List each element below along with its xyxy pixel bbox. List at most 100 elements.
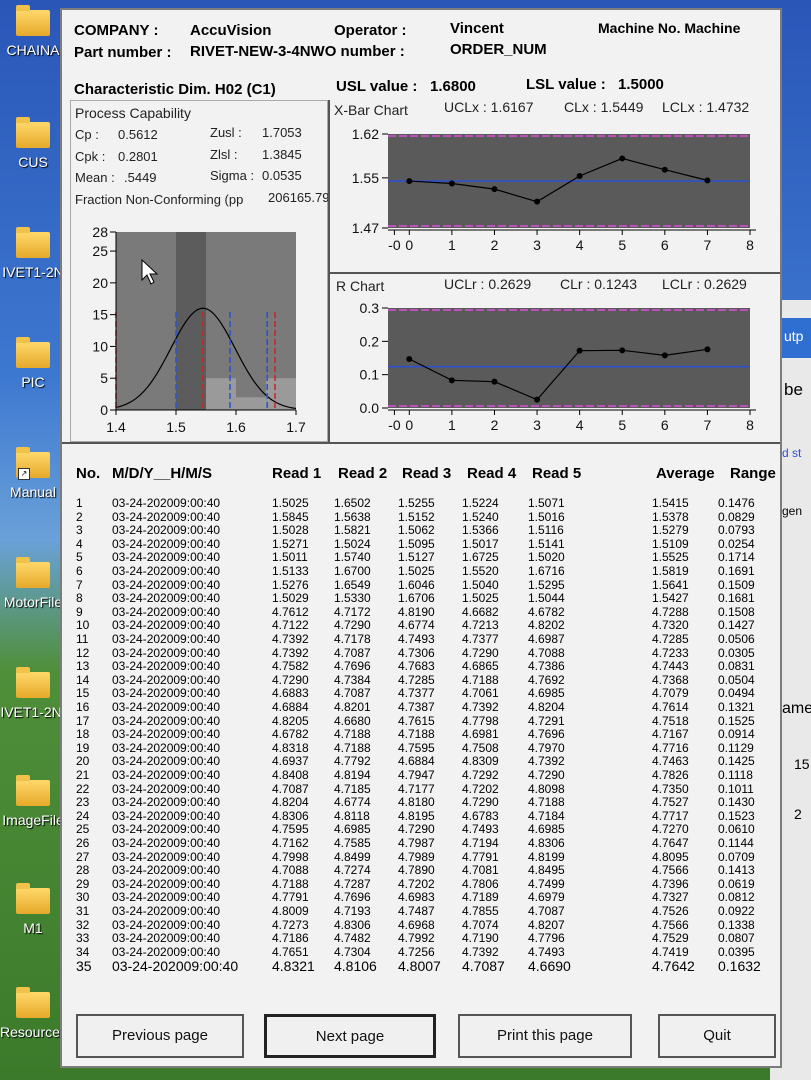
histogram-bar	[236, 397, 266, 410]
desktop-icon-cus[interactable]: CUS	[0, 117, 66, 170]
previous-page-button[interactable]: Previous page	[76, 1014, 244, 1058]
table-row: 16 03-24-202009:00:40 4.6884 4.8201 4.7387 4.…	[76, 701, 780, 713]
desktop-icon-imagefile[interactable]: ImageFile	[0, 775, 66, 828]
desktop-icon-pic[interactable]: PIC	[0, 337, 66, 390]
table-row: 27 03-24-202009:00:40 4.7998 4.8499 4.7989 4.…	[76, 851, 780, 863]
y-tick-label: 15	[92, 307, 108, 323]
quit-button[interactable]: Quit	[658, 1014, 776, 1058]
next-page-button[interactable]: Next page	[264, 1014, 436, 1058]
table-cell: 4.7989	[398, 849, 435, 864]
table-row: 11 03-24-202009:00:40 4.7392 4.7178 4.7493 4.…	[76, 633, 780, 645]
table-cell: 4.7256	[398, 944, 435, 959]
x-tick-label: 0	[405, 237, 413, 253]
table-cell: 1.5279	[652, 523, 689, 538]
desktop-icon-manual[interactable]: ↗ Manual	[0, 447, 66, 500]
xbar-chart: 1.62 1.55 1.47 -0 0 1 2 3 4 5 6 7 8	[352, 126, 756, 253]
table-cell: 03-24-202009:00:40	[112, 890, 221, 905]
table-cell: 1.5095	[398, 536, 435, 551]
print-page-button[interactable]: Print this page	[458, 1014, 632, 1058]
table-cell: 03-24-202009:00:40	[112, 863, 221, 878]
table-cell: 0.0709	[718, 849, 755, 864]
background-label: gen	[782, 504, 803, 518]
folder-icon	[16, 987, 50, 1018]
table-cell: 4.7529	[652, 931, 689, 946]
table-cell: 35	[76, 958, 92, 975]
table-cell: 4.7320	[652, 618, 689, 633]
y-tick-label: 28	[92, 224, 108, 240]
x-tick-label: 8	[746, 237, 754, 253]
table-cell: 4.7791	[272, 890, 309, 905]
histogram-chart: 28 25 20 15 10 5 01.4 1.5 1.6 1.7	[92, 224, 306, 435]
table-cell: 4.7290	[462, 795, 499, 810]
table-top-divider	[62, 442, 780, 444]
table-cell: 03-24-202009:00:40	[112, 768, 221, 782]
histogram-bar	[176, 232, 206, 410]
desktop-icon-label: IVET1-2NI	[0, 704, 66, 720]
table-cell: 4.8098	[528, 781, 565, 796]
table-cell: 18	[76, 727, 90, 742]
table-cell: 1.5378	[652, 509, 689, 524]
table-row: 13 03-24-202009:00:40 4.7582 4.7696 4.7683 4.…	[76, 660, 780, 672]
table-cell: 4.7647	[652, 836, 689, 850]
table-cell: 4.8007	[398, 958, 441, 975]
table-cell: 4.7088	[272, 863, 309, 878]
y-tick-label: 10	[92, 338, 108, 354]
x-tick-label: 3	[533, 237, 541, 253]
operator-label: Operator :	[334, 22, 407, 39]
table-cell: 4.8106	[334, 958, 377, 975]
table-cell: 0.1144	[718, 836, 754, 850]
x-tick-label: 7	[704, 417, 712, 433]
fraction-nonconforming-value: 206165.79	[268, 190, 330, 205]
table-cell: 4.7350	[652, 781, 689, 796]
desktop-icon-ivet2[interactable]: IVET1-2NI	[0, 667, 66, 720]
table-cell: 03-24-202009:00:40	[112, 849, 221, 864]
y-tick-label: 0.0	[360, 400, 380, 416]
table-cell: 4.6782	[272, 727, 309, 742]
table-cell: 03-24-202009:00:40	[112, 904, 221, 918]
cp-value: 0.5612	[118, 127, 158, 142]
desktop-icon-label: CHAINA	[6, 42, 60, 58]
table-cell: 29	[76, 876, 90, 891]
table-cell: 4.7122	[272, 618, 309, 633]
table-cell: 4.7185	[334, 781, 371, 796]
zlsl-label: Zlsl :	[210, 147, 238, 162]
table-cell: 03-24-202009:00:40	[112, 727, 221, 742]
folder-icon	[16, 667, 50, 698]
cpk-label: Cpk :	[75, 149, 106, 164]
table-cell: 4.7696	[334, 659, 371, 674]
desktop-icon-label: PIC	[21, 374, 45, 390]
desktop-icon-chaina[interactable]: CHAINA	[0, 5, 66, 58]
table-cell: 03-24-202009:00:40	[112, 931, 221, 946]
folder-icon	[16, 227, 50, 258]
table-cell: 1.5040	[462, 577, 499, 592]
table-cell: 4.6883	[272, 686, 309, 701]
table-cell: 19	[76, 740, 90, 755]
table-row: 24 03-24-202009:00:40 4.8306 4.8118 4.8195 4.…	[76, 810, 780, 822]
table-cell: 4.6983	[398, 890, 435, 905]
table-cell: 1.5017	[462, 536, 499, 551]
table-cell: 4.8118	[334, 808, 370, 823]
table-cell: 0.0829	[718, 509, 755, 524]
machine-label: Machine No. Machine	[598, 20, 741, 36]
desktop-icon-m1[interactable]: M1	[0, 883, 66, 936]
table-cell: 4.7292	[462, 768, 499, 782]
desktop-icon-motorfile[interactable]: MotorFile	[0, 557, 66, 610]
folder-icon	[16, 775, 50, 806]
table-cell: 4.7493	[398, 632, 435, 646]
table-cell: 4.7386	[528, 659, 565, 674]
table-row: 26 03-24-202009:00:40 4.7162 4.7585 4.7987 4.…	[76, 837, 780, 849]
table-cell: 4.7213	[462, 618, 499, 633]
table-cell: 0.1430	[718, 795, 755, 810]
table-cell: 0.0610	[718, 822, 755, 837]
table-row: 34 03-24-202009:00:40 4.7651 4.7304 4.7256 4.…	[76, 946, 780, 958]
table-cell: 1.5044	[528, 591, 565, 606]
table-cell: 1	[76, 496, 83, 510]
table-cell: 4.7162	[272, 836, 309, 850]
table-cell: 03-24-202009:00:40	[112, 958, 239, 975]
desktop-icon-ivet[interactable]: IVET1-2N	[0, 227, 66, 280]
table-row: 17 03-24-202009:00:40 4.8205 4.6680 4.7615 4.…	[76, 715, 780, 727]
table-cell: 1.5271	[272, 536, 309, 551]
table-cell: 0.1508	[718, 604, 755, 619]
table-cell: 0.0831	[718, 659, 755, 674]
desktop-icon-resource[interactable]: ResourceF	[0, 987, 68, 1040]
